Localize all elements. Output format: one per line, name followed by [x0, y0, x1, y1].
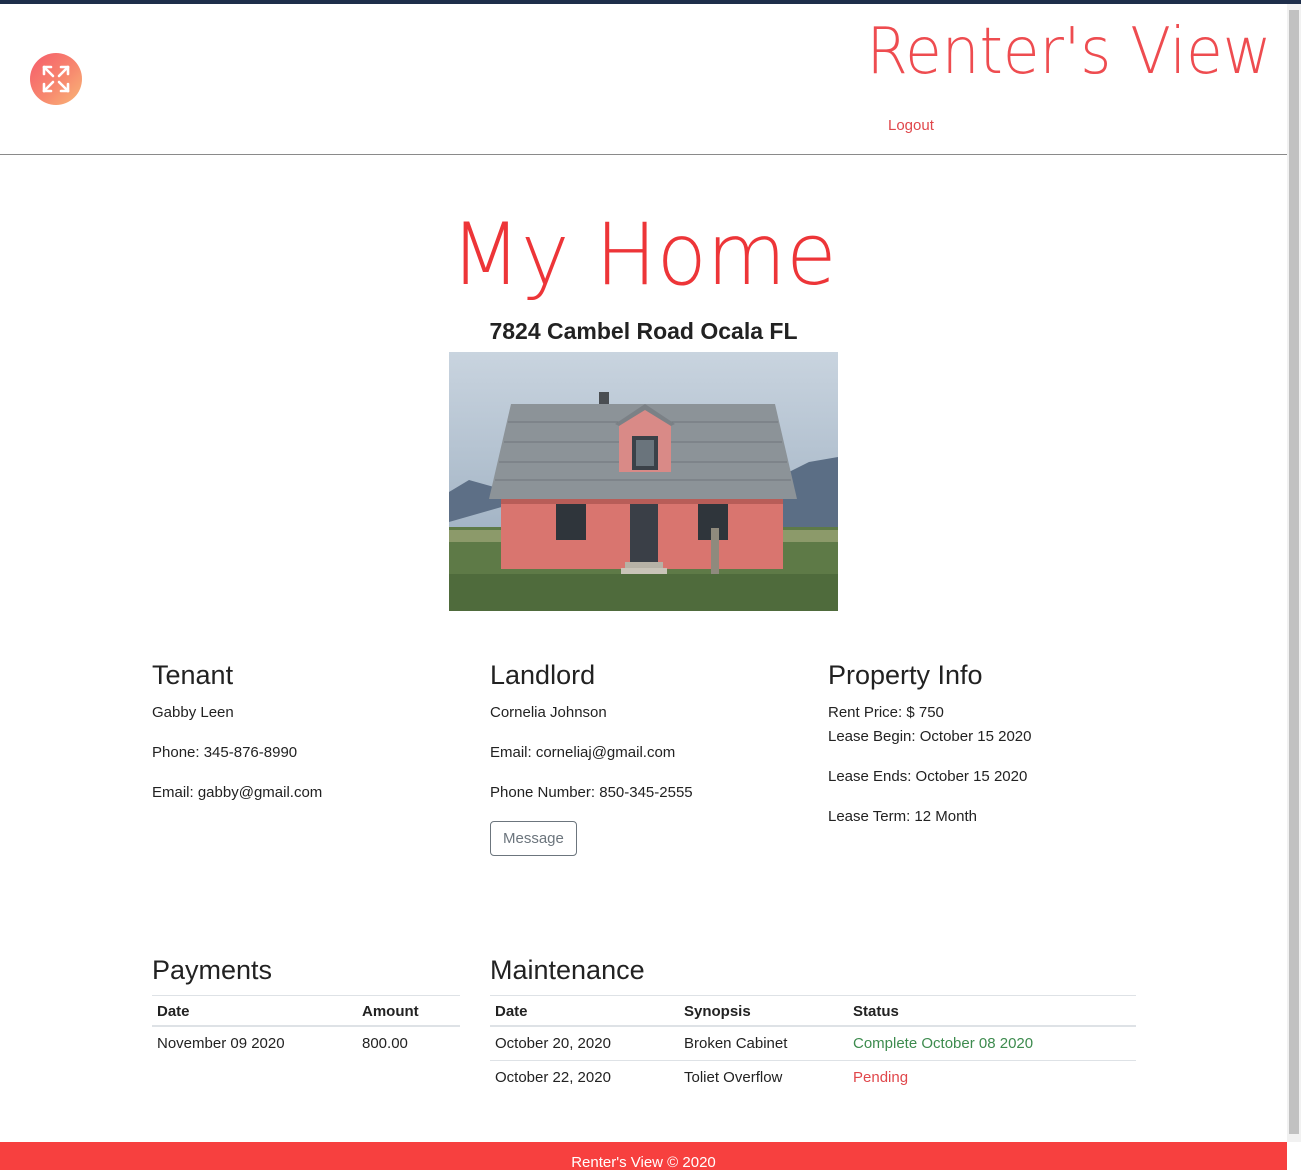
column-header-date: Date: [490, 995, 679, 1027]
maintenance-status: Complete October 08 2020: [848, 1026, 1136, 1061]
payments-heading: Payments: [152, 955, 273, 985]
site-header: Renter's View Logout: [0, 4, 1287, 155]
scrollbar-thumb[interactable]: [1289, 10, 1299, 1134]
message-button[interactable]: Message: [490, 821, 577, 856]
tenant-phone: Phone: 345-876-8990: [152, 744, 298, 761]
brand-title[interactable]: Renter's View: [866, 20, 1271, 84]
payment-amount: 800.00: [362, 1035, 408, 1052]
column-header-status: Status: [848, 995, 1136, 1027]
tenant-email: Email: gabby@gmail.com: [152, 784, 323, 801]
table-row: October 22, 2020 Toliet Overflow Pending: [490, 1061, 1136, 1095]
lease-ends: Lease Ends: October 15 2020: [828, 768, 1028, 785]
maintenance-status: Pending: [853, 1069, 909, 1086]
vertical-scrollbar[interactable]: [1287, 4, 1301, 1142]
footer-text: Renter's View © 2020: [571, 1154, 716, 1170]
table-row: November 09 2020 800.00: [152, 1026, 460, 1060]
site-footer: Renter's View © 2020: [0, 1142, 1287, 1170]
landlord-phone: Phone Number: 850-345-2555: [490, 784, 693, 801]
payments-section: Payments Date Amount November 09 2020 80…: [152, 955, 460, 1060]
landlord-email: Email: corneliaj@gmail.com: [490, 744, 676, 761]
logout-link[interactable]: Logout: [888, 117, 934, 134]
maintenance-date: October 22, 2020: [495, 1069, 611, 1086]
tenant-section: Tenant Gabby Leen Phone: 345-876-8990 Em…: [152, 660, 472, 805]
page-title: My Home: [450, 205, 837, 305]
property-heading: Property Info: [828, 660, 983, 690]
tenant-heading: Tenant: [152, 660, 234, 690]
property-info-section: Property Info Rent Price: $ 750 Lease Be…: [828, 660, 1148, 829]
lease-begin: Lease Begin: October 15 2020: [828, 728, 1032, 745]
tenant-name: Gabby Leen: [152, 704, 234, 721]
landlord-section: Landlord Cornelia Johnson Email: corneli…: [490, 660, 810, 856]
landlord-name: Cornelia Johnson: [490, 704, 607, 721]
table-header-row: Date Amount: [152, 995, 460, 1027]
maintenance-table: Date Synopsis Status October 20, 2020 Br…: [490, 995, 1136, 1094]
table-row: October 20, 2020 Broken Cabinet Complete…: [490, 1026, 1136, 1061]
house-image: [449, 352, 838, 611]
property-address: 7824 Cambel Road Ocala FL: [489, 318, 798, 344]
column-header-date: Date: [152, 995, 357, 1027]
payments-table: Date Amount November 09 2020 800.00: [152, 995, 460, 1060]
maintenance-section: Maintenance Date Synopsis Status October…: [490, 955, 1136, 1094]
column-header-amount: Amount: [357, 995, 460, 1027]
lease-term: Lease Term: 12 Month: [828, 808, 977, 825]
rent-price: Rent Price: $ 750: [828, 704, 944, 721]
payment-date: November 09 2020: [157, 1035, 285, 1052]
maintenance-heading: Maintenance: [490, 955, 645, 985]
landlord-heading: Landlord: [490, 660, 596, 690]
expand-arrows-icon[interactable]: [30, 53, 82, 105]
maintenance-date: October 20, 2020: [490, 1026, 679, 1061]
maintenance-synopsis: Broken Cabinet: [679, 1026, 848, 1061]
column-header-synopsis: Synopsis: [679, 995, 848, 1027]
table-header-row: Date Synopsis Status: [490, 995, 1136, 1027]
maintenance-synopsis: Toliet Overflow: [684, 1069, 783, 1086]
